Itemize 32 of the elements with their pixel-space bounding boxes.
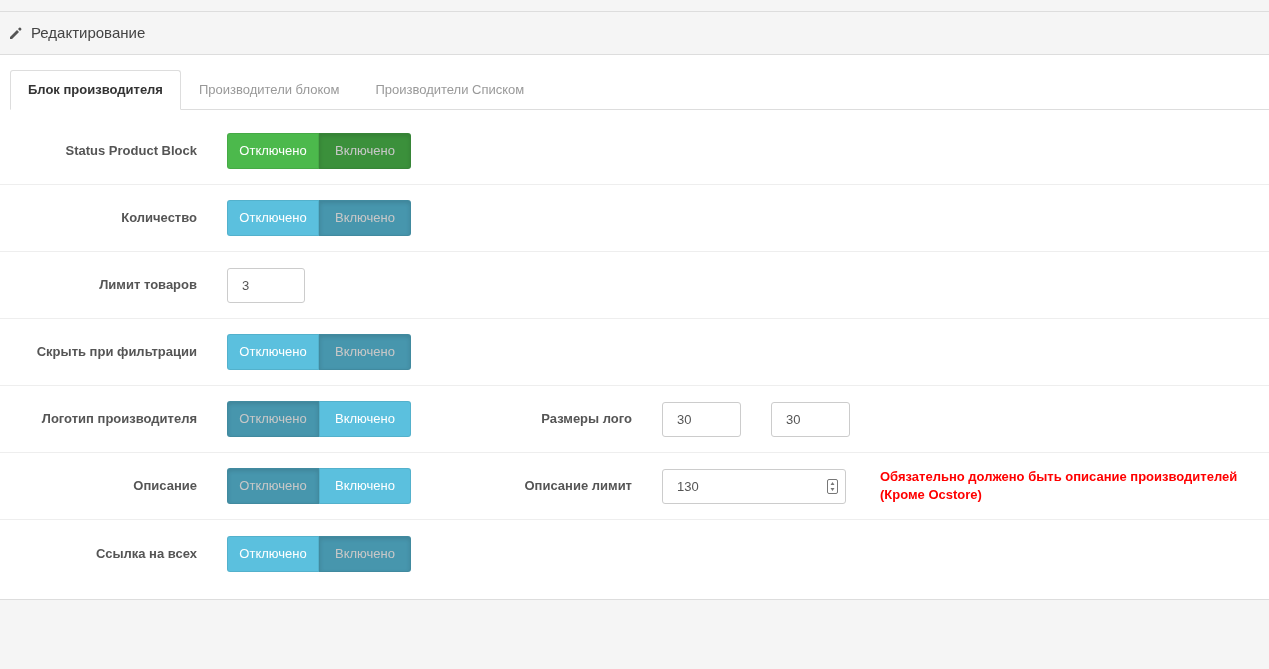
field-label: Логотип производителя (40, 410, 197, 429)
toggle-option[interactable]: Отключено (227, 401, 319, 437)
field-label: Описание лимит (523, 477, 632, 496)
toggle-option[interactable]: Отключено (227, 468, 319, 504)
toggle-option[interactable]: Отключено (227, 200, 319, 236)
tab[interactable]: Производители блоком (180, 70, 358, 110)
field-label: Status Product Block (64, 142, 197, 161)
toggle-option[interactable]: Включено (319, 133, 411, 169)
toggle-option[interactable]: Отключено (227, 334, 319, 370)
field-label: Ссылка на всех (94, 544, 197, 563)
tab[interactable]: Блок производителя (10, 70, 181, 110)
toggle-option[interactable]: Включено (319, 468, 411, 504)
toggle-option[interactable]: Включено (319, 200, 411, 236)
field-label: Лимит товаров (98, 276, 197, 295)
toggle-option[interactable]: Включено (319, 334, 411, 370)
number-field[interactable]: 130 (662, 468, 846, 504)
panel-title: Редактирование (31, 22, 146, 43)
field-label: Количество (120, 209, 197, 228)
warning-text: Обязательно должено быть описание производителей (Кроме Ocstore) (880, 468, 1239, 504)
field-label: Скрыть при фильтрации (35, 343, 197, 362)
spinner-icon[interactable] (827, 478, 838, 494)
text-field[interactable]: 3 (227, 267, 305, 303)
pencil-icon (9, 26, 22, 40)
toggle-option[interactable]: Включено (319, 401, 411, 437)
toggle-option[interactable]: Включено (319, 535, 411, 572)
field-label: Размеры лого (540, 410, 632, 429)
tab[interactable]: Производители Списком (357, 70, 543, 110)
toggle-option[interactable]: Отключено (227, 535, 319, 572)
toggle-option[interactable]: Отключено (227, 133, 319, 169)
text-field[interactable]: 30 (662, 401, 741, 437)
field-label: Описание (132, 477, 197, 496)
text-field[interactable]: 30 (771, 401, 850, 437)
